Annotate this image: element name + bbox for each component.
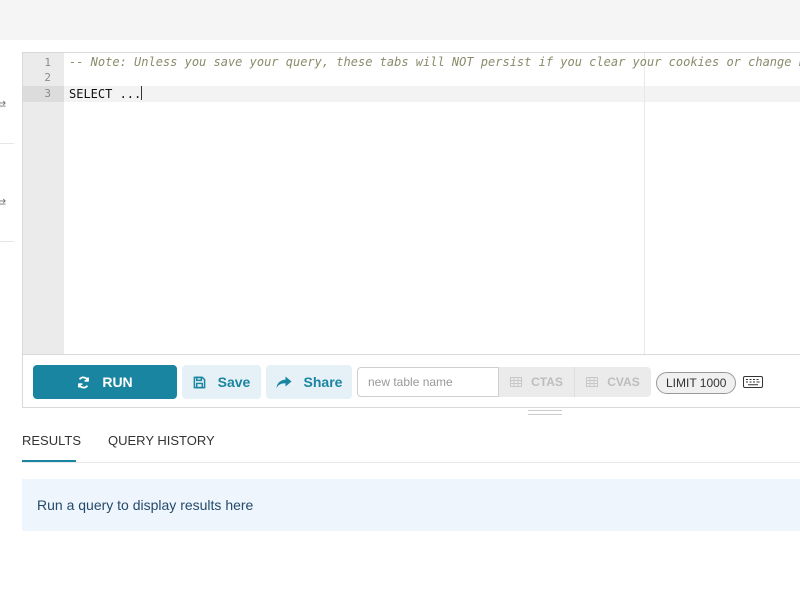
sync-icon bbox=[77, 376, 90, 389]
resize-handle[interactable] bbox=[528, 410, 562, 418]
code-line-select[interactable]: SELECT ... bbox=[69, 86, 143, 102]
new-table-name-input[interactable] bbox=[357, 367, 499, 397]
share-arrow-icon bbox=[276, 376, 292, 389]
run-button[interactable]: RUN bbox=[33, 365, 177, 399]
sql-editor-panel: 1 2 3 -- Note: Unless you save your quer… bbox=[22, 52, 800, 408]
code-line-comment[interactable]: -- Note: Unless you save your query, the… bbox=[69, 54, 800, 70]
text-cursor bbox=[141, 86, 143, 100]
floppy-disk-icon bbox=[193, 376, 206, 389]
top-bar bbox=[0, 0, 800, 40]
active-line-highlight bbox=[64, 86, 800, 102]
active-tab-indicator bbox=[22, 460, 76, 462]
ctas-button-label: CTAS bbox=[531, 375, 563, 389]
query-toolbar: RUN Save Share CTAS bbox=[23, 354, 800, 408]
limit-dropdown[interactable]: LIMIT 1000 bbox=[656, 372, 737, 394]
results-tabs: RESULTS QUERY HISTORY bbox=[22, 424, 800, 463]
line-number: 1 bbox=[44, 56, 51, 69]
ctas-button[interactable]: CTAS bbox=[499, 367, 575, 397]
save-button[interactable]: Save bbox=[182, 365, 261, 399]
share-button-label: Share bbox=[303, 374, 343, 390]
line-number: 3 bbox=[44, 87, 51, 100]
line-number: 2 bbox=[44, 71, 51, 84]
cvas-button[interactable]: CVAS bbox=[575, 367, 651, 397]
tab-results[interactable]: RESULTS bbox=[22, 433, 81, 448]
divider bbox=[0, 143, 14, 144]
keyboard-icon[interactable] bbox=[743, 375, 763, 393]
code-editor[interactable]: 1 2 3 -- Note: Unless you save your quer… bbox=[23, 53, 800, 354]
table-icon bbox=[586, 377, 599, 387]
collapse-arrow-icon[interactable]: ⇄ bbox=[0, 196, 6, 209]
results-empty-message: Run a query to display results here bbox=[37, 497, 254, 513]
save-button-label: Save bbox=[217, 374, 251, 390]
left-panel-edge: ⇄ ⇄ bbox=[0, 40, 14, 250]
collapse-arrow-icon[interactable]: ⇄ bbox=[0, 98, 6, 111]
table-icon bbox=[510, 377, 523, 387]
print-margin bbox=[644, 53, 645, 354]
code-text: SELECT ... bbox=[69, 87, 142, 101]
share-button[interactable]: Share bbox=[266, 365, 352, 399]
cvas-button-label: CVAS bbox=[607, 375, 640, 389]
divider bbox=[0, 241, 14, 242]
code-area[interactable]: -- Note: Unless you save your query, the… bbox=[64, 53, 800, 354]
line-number-gutter: 1 2 3 bbox=[23, 53, 64, 354]
results-empty-alert: Run a query to display results here bbox=[22, 479, 800, 531]
run-button-label: RUN bbox=[102, 374, 133, 390]
tab-query-history[interactable]: QUERY HISTORY bbox=[108, 433, 215, 448]
